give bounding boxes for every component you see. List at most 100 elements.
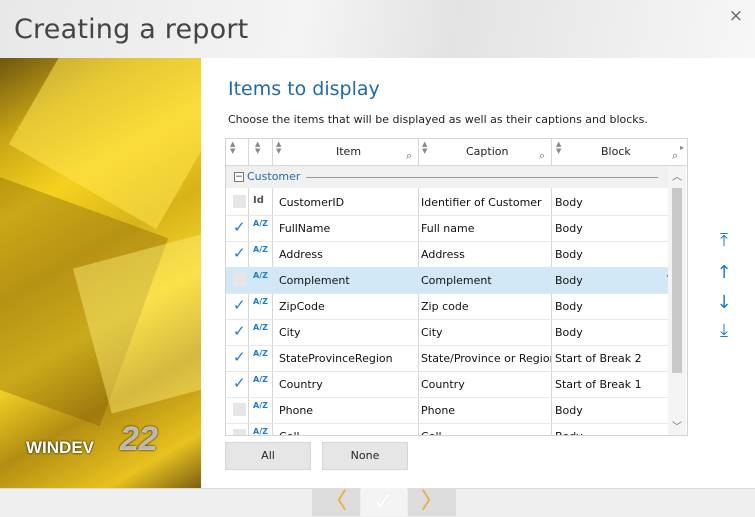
text-az-icon: A/Z	[253, 323, 268, 332]
text-az-icon: A/Z	[253, 375, 268, 384]
item-cell: ZipCode	[279, 300, 325, 313]
id-key-icon: Id	[253, 195, 264, 206]
text-az-icon: A/Z	[253, 219, 268, 228]
table-row[interactable]: ✓ A/Z StateProvinceRegion State/Province or…	[226, 345, 668, 372]
none-button[interactable]: None	[322, 442, 408, 470]
table-row[interactable]: A/Z Phone Phone Body	[226, 397, 668, 424]
column-header-block[interactable]: Block	[601, 139, 631, 165]
version-number: 22	[120, 420, 158, 458]
row-checkbox[interactable]: ✓	[233, 246, 246, 261]
item-cell: CustomerID	[279, 196, 345, 209]
window-title: Creating a report	[14, 14, 249, 45]
row-checkbox[interactable]	[233, 429, 246, 435]
item-cell: FullName	[279, 222, 331, 235]
move-top-icon[interactable]: ⤒	[712, 230, 736, 252]
windev-logo: WINDEV 22	[26, 420, 158, 458]
group-header-customer[interactable]: − Customer	[226, 166, 668, 188]
scrollbar-thumb[interactable]	[672, 188, 682, 373]
block-cell[interactable]: Start of Break 1	[555, 378, 642, 391]
collapse-icon[interactable]: −	[234, 172, 244, 182]
main-panel: Items to display Choose the items that w…	[201, 58, 755, 488]
row-checkbox[interactable]	[233, 195, 246, 208]
caption-cell[interactable]: Complement	[421, 274, 551, 287]
text-az-icon: A/Z	[253, 401, 268, 410]
move-down-icon[interactable]: ↓	[712, 292, 736, 314]
search-icon[interactable]: ⌕	[406, 149, 412, 163]
finish-button[interactable]: ✓	[361, 488, 407, 516]
block-cell[interactable]: Body	[555, 430, 583, 435]
item-cell: StateProvinceRegion	[279, 352, 393, 365]
scroll-up-icon[interactable]: ︿	[672, 168, 682, 183]
item-cell: Country	[279, 378, 323, 391]
item-cell: Complement	[279, 274, 350, 287]
all-button[interactable]: All	[225, 442, 311, 470]
text-az-icon: A/Z	[253, 271, 268, 280]
text-az-icon: A/Z	[253, 349, 268, 358]
page-subtitle: Choose the items that will be displayed …	[228, 113, 648, 126]
vertical-scrollbar[interactable]: ︿ ﹀	[668, 166, 686, 435]
table-header: ▲ ▼ ▲ ▼ ▲ ▼ Item ⌕ ▲ ▼ Caption ⌕ ▲ ▼ Block ⌕ …	[226, 139, 687, 166]
caption-cell[interactable]: Address	[421, 248, 551, 261]
scroll-down-icon[interactable]: ﹀	[672, 418, 682, 433]
row-checkbox[interactable]	[233, 403, 246, 416]
move-bottom-icon[interactable]: ⤓	[712, 320, 736, 342]
caption-cell[interactable]: Zip code	[421, 300, 551, 313]
text-az-icon: A/Z	[253, 297, 268, 306]
row-checkbox[interactable]: ✓	[233, 324, 246, 339]
sort-icon[interactable]: ▲ ▼	[422, 141, 427, 155]
caption-cell[interactable]: Identifier of Customer	[421, 196, 551, 209]
block-cell[interactable]: Start of Break 2	[555, 352, 642, 365]
table-row[interactable]: A/ZComplementComplementBody▼	[226, 267, 674, 294]
block-cell[interactable]: Body	[555, 326, 583, 339]
block-cell[interactable]: Body	[555, 222, 583, 235]
column-header-caption[interactable]: Caption	[466, 139, 508, 165]
side-banner: WINDEV 22	[0, 58, 201, 488]
caption-cell[interactable]: Cell	[421, 430, 551, 435]
table-row[interactable]: ✓ A/Z City City Body	[226, 319, 668, 346]
item-cell: Cell	[279, 430, 300, 435]
group-divider	[306, 177, 658, 178]
next-button[interactable]: 〉	[408, 488, 456, 516]
caption-cell[interactable]: Full name	[421, 222, 551, 235]
row-checkbox[interactable]: ✓	[233, 220, 246, 235]
table-row[interactable]: A/Z Cell Cell Body	[226, 423, 668, 436]
item-cell: Address	[279, 248, 323, 261]
caption-cell[interactable]: Country	[421, 378, 551, 391]
row-checkbox[interactable]: ✓	[233, 376, 246, 391]
items-table[interactable]: ▲ ▼ ▲ ▼ ▲ ▼ Item ⌕ ▲ ▼ Caption ⌕ ▲ ▼ Block ⌕ …	[225, 138, 688, 436]
caption-cell[interactable]: Phone	[421, 404, 551, 417]
product-name: WINDEV	[26, 438, 94, 457]
table-row[interactable]: ✓ A/Z Country Country Start of Break 1	[226, 371, 668, 398]
text-az-icon: A/Z	[253, 245, 268, 254]
sort-icon[interactable]: ▲ ▼	[276, 141, 281, 155]
table-row[interactable]: ✓ A/Z FullName Full name Body	[226, 215, 668, 242]
caption-cell[interactable]: City	[421, 326, 551, 339]
column-header-item[interactable]: Item	[336, 139, 361, 165]
block-cell[interactable]: Body	[555, 274, 583, 287]
row-checkbox[interactable]: ✓	[233, 298, 246, 313]
move-up-icon[interactable]: ↑	[712, 262, 736, 284]
item-cell: City	[279, 326, 301, 339]
caption-cell[interactable]: State/Province or Region	[421, 352, 551, 365]
title-bar: Creating a report ×	[0, 0, 755, 58]
sort-icon[interactable]: ▲ ▼	[230, 141, 235, 155]
row-checkbox[interactable]: ✓	[233, 350, 246, 365]
block-cell[interactable]: Body	[555, 248, 583, 261]
table-row[interactable]: ✓ A/Z Address Address Body	[226, 241, 668, 268]
item-cell: Phone	[279, 404, 314, 417]
block-cell[interactable]: Body	[555, 196, 583, 209]
search-icon[interactable]: ⌕	[539, 149, 545, 163]
table-row[interactable]: Id CustomerID Identifier of Customer Body	[226, 189, 668, 216]
close-icon[interactable]: ×	[729, 6, 743, 26]
page-title: Items to display	[228, 78, 380, 100]
table-row[interactable]: ✓ A/Z ZipCode Zip code Body	[226, 293, 668, 320]
block-cell[interactable]: Body	[555, 300, 583, 313]
sort-icon[interactable]: ▲ ▼	[556, 141, 561, 155]
row-checkbox[interactable]	[233, 273, 246, 286]
search-icon[interactable]: ⌕	[672, 149, 678, 163]
previous-button[interactable]: 〈	[312, 488, 360, 516]
block-cell[interactable]: Body	[555, 404, 583, 417]
sort-icon[interactable]: ▲ ▼	[255, 141, 260, 155]
scroll-right-icon[interactable]: ▸	[680, 143, 684, 152]
text-az-icon: A/Z	[253, 427, 268, 436]
